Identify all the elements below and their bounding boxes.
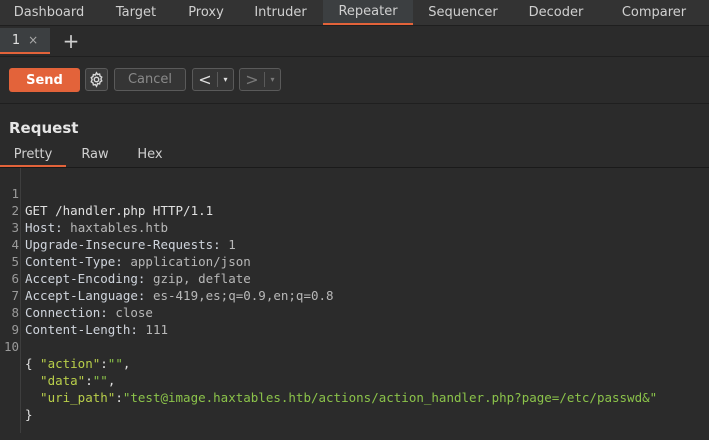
chevron-down-icon[interactable]: ▾ bbox=[265, 75, 280, 84]
header-line: 6 Accept-Language: es-419,es;q=0.9,en;q=… bbox=[0, 253, 709, 303]
tab-dashboard[interactable]: Dashboard bbox=[0, 0, 98, 25]
repeater-tabs: 1 × + bbox=[0, 26, 709, 57]
header-line: 2 Host: haxtables.htb bbox=[0, 185, 709, 235]
request-line: 1 GET /handler.php HTTP/1.1 bbox=[0, 168, 709, 218]
body-line: "data":"", bbox=[0, 355, 709, 388]
tab-hex[interactable]: Hex bbox=[124, 143, 176, 165]
chevron-down-icon[interactable]: ▾ bbox=[218, 75, 233, 84]
header-line: 5 Accept-Encoding: gzip, deflate bbox=[0, 236, 709, 286]
body-line: "uri_path":"test@image.haxtables.htb/act… bbox=[0, 372, 709, 405]
tool-tabs: Dashboard Target Proxy Intruder Repeater… bbox=[0, 0, 709, 26]
header-line: 7 Connection: close bbox=[0, 270, 709, 320]
repeater-tab-label: 1 bbox=[11, 32, 21, 48]
close-icon[interactable]: × bbox=[28, 33, 38, 47]
request-toolbar: Send Cancel < ▾ > ▾ bbox=[0, 57, 709, 104]
blank-line: 9 bbox=[0, 304, 709, 337]
gear-icon bbox=[90, 71, 103, 88]
json-close-brace: } bbox=[25, 407, 33, 422]
tab-target[interactable]: Target bbox=[98, 0, 174, 25]
header-line: 3 Upgrade-Insecure-Requests: 1 bbox=[0, 202, 709, 252]
panel-title: Request bbox=[9, 119, 79, 137]
view-tabs: Pretty Raw Hex bbox=[0, 143, 709, 168]
header-line: 8 Content-Length: 111 bbox=[0, 287, 709, 337]
body-line: 10 { bbox=[0, 321, 709, 371]
tab-sequencer[interactable]: Sequencer bbox=[413, 0, 513, 25]
tab-pretty[interactable]: Pretty bbox=[0, 143, 66, 167]
cancel-button[interactable]: Cancel bbox=[114, 68, 186, 91]
forward-arrow-icon[interactable]: > bbox=[240, 69, 264, 90]
tab-comparer[interactable]: Comparer bbox=[599, 0, 709, 25]
body-line: } bbox=[0, 389, 709, 422]
tab-decoder[interactable]: Decoder bbox=[513, 0, 599, 25]
repeater-tab-1[interactable]: 1 × bbox=[0, 28, 50, 54]
send-button[interactable]: Send bbox=[9, 68, 80, 92]
request-editor[interactable]: 1 GET /handler.php HTTP/1.1 2 Host: haxt… bbox=[0, 168, 709, 433]
tab-raw[interactable]: Raw bbox=[66, 143, 124, 165]
header-line: 4 Content-Type: application/json bbox=[0, 219, 709, 269]
tab-intruder[interactable]: Intruder bbox=[238, 0, 323, 25]
body-line: "action":"", bbox=[0, 338, 709, 371]
tab-proxy[interactable]: Proxy bbox=[174, 0, 238, 25]
back-arrow-icon[interactable]: < bbox=[193, 69, 217, 90]
tab-repeater[interactable]: Repeater bbox=[323, 0, 413, 25]
add-tab-icon[interactable]: + bbox=[62, 30, 80, 52]
back-button-group[interactable]: < ▾ bbox=[192, 68, 234, 91]
forward-button-group[interactable]: > ▾ bbox=[239, 68, 281, 91]
settings-button[interactable] bbox=[85, 68, 108, 91]
